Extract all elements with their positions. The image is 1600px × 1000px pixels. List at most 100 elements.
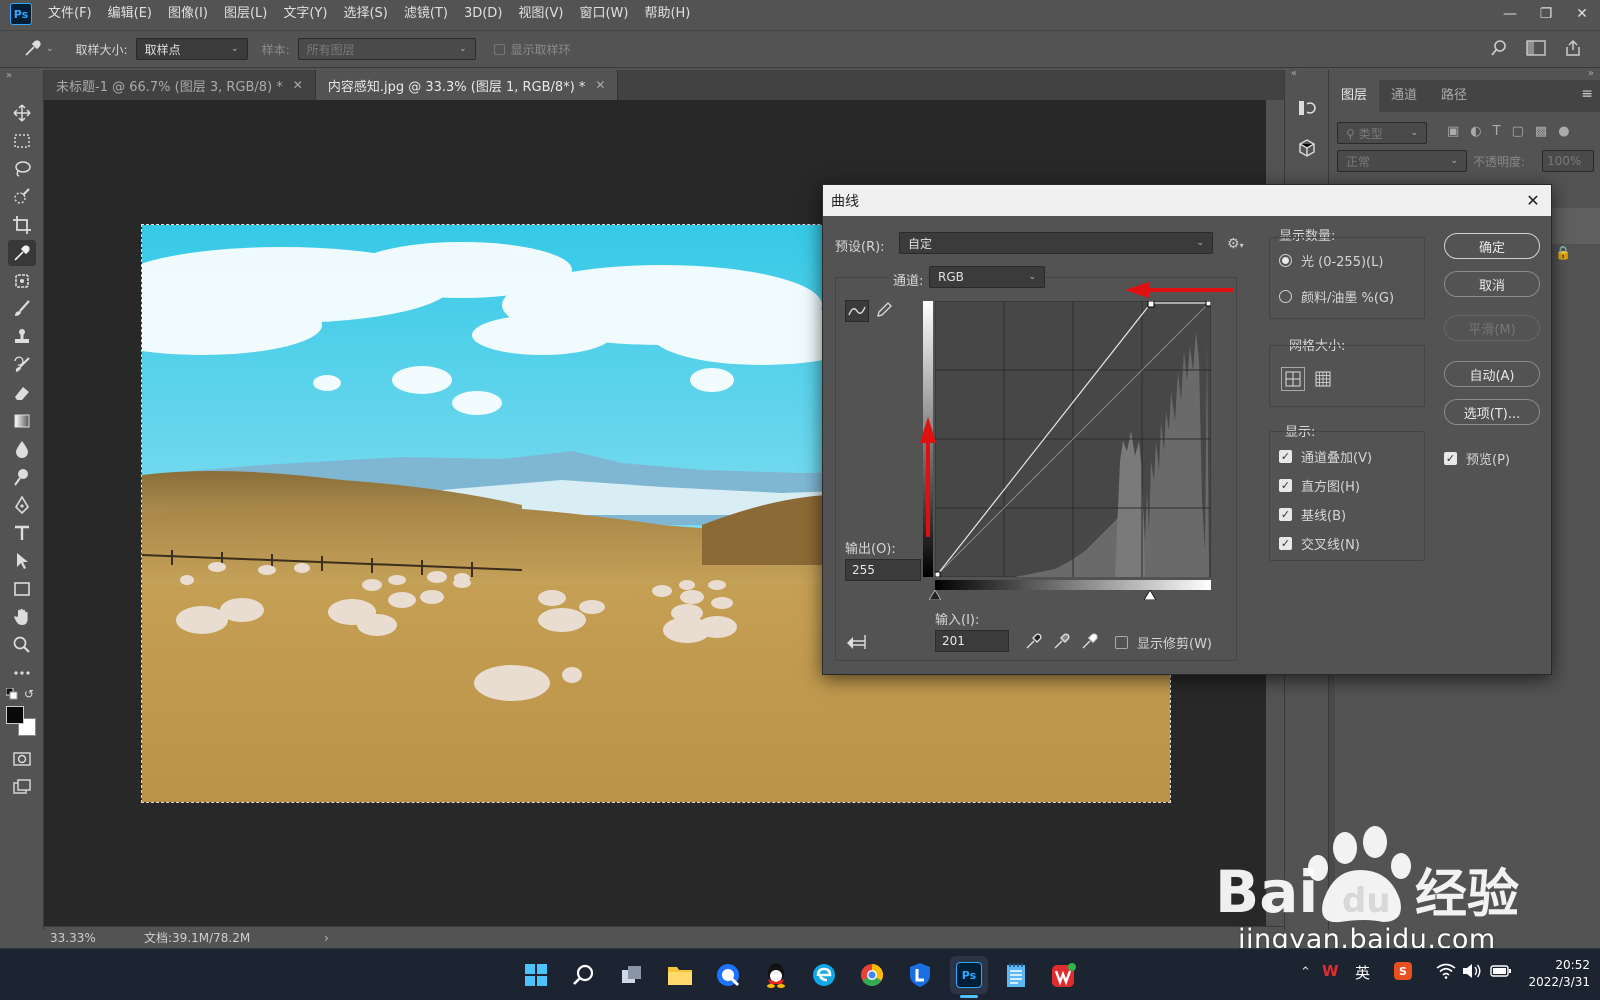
share-icon[interactable] [1564, 39, 1582, 57]
menu-type[interactable]: 文字(Y) [275, 0, 335, 28]
curves-graph[interactable] [935, 301, 1211, 577]
white-eyedropper-icon[interactable] [1081, 632, 1099, 650]
close-icon[interactable]: ✕ [293, 78, 303, 92]
show-clipping-checkbox[interactable]: 显示修剪(W) [1115, 633, 1212, 652]
workspace-icon[interactable] [1526, 39, 1546, 57]
minimize-icon[interactable]: — [1492, 0, 1528, 28]
layer-filter-select[interactable]: ⚲ 类型 ⌄ [1337, 122, 1427, 144]
intersection-line-checkbox[interactable]: ✓ 交叉线(N) [1279, 534, 1360, 553]
collapse-arrows-icon[interactable]: » [1588, 68, 1594, 79]
clock[interactable]: 20:52 2022/3/31 [1520, 957, 1590, 991]
restore-icon[interactable]: ❐ [1528, 0, 1564, 28]
menu-file[interactable]: 文件(F) [40, 0, 100, 28]
shape-filter-icon[interactable]: ▢ [1512, 124, 1524, 139]
on-image-adjust-icon[interactable] [845, 633, 869, 651]
menu-window[interactable]: 窗口(W) [571, 0, 636, 28]
opacity-input[interactable]: 100% [1542, 150, 1594, 172]
path-select-tool-icon[interactable] [8, 548, 36, 574]
channel-overlay-checkbox[interactable]: ✓ 通道叠加(V) [1279, 447, 1372, 466]
show-ring-checkbox[interactable]: 显示取样环 [493, 41, 571, 58]
menu-select[interactable]: 选择(S) [335, 0, 395, 28]
hand-tool-icon[interactable] [8, 604, 36, 630]
filter-toggle-icon[interactable]: ● [1558, 124, 1569, 139]
battery-icon[interactable] [1490, 963, 1512, 979]
close-icon[interactable]: ✕ [1515, 185, 1551, 216]
history-panel-icon[interactable] [1297, 98, 1317, 118]
qq-icon[interactable] [760, 959, 792, 991]
light-radio[interactable]: 光 (0-255)(L) [1279, 251, 1383, 270]
tab-content-aware[interactable]: 内容感知.jpg @ 33.3% (图层 1, RGB/8*) * ✕ [315, 70, 619, 100]
ime-indicator[interactable]: 英 [1355, 962, 1370, 983]
menu-layer[interactable]: 图层(L) [216, 0, 275, 28]
tray-overflow-icon[interactable]: ⌃ [1300, 965, 1311, 980]
more-tools-icon[interactable] [8, 660, 36, 686]
menu-edit[interactable]: 编辑(E) [100, 0, 160, 28]
eraser-tool-icon[interactable] [8, 380, 36, 406]
brush-tool-icon[interactable] [8, 296, 36, 322]
tab-untitled[interactable]: 未标题-1 @ 66.7% (图层 3, RGB/8) * ✕ [44, 70, 316, 100]
history-brush-tool-icon[interactable] [8, 352, 36, 378]
pencil-icon[interactable] [875, 301, 893, 319]
sample-size-select[interactable]: 取样点 ⌄ [135, 38, 248, 60]
black-eyedropper-icon[interactable] [1025, 632, 1043, 650]
baseline-checkbox[interactable]: ✓ 基线(B) [1279, 505, 1346, 524]
stamp-tool-icon[interactable] [8, 324, 36, 350]
windows-start-icon[interactable] [520, 959, 552, 991]
tab-channels[interactable]: 通道 [1379, 81, 1429, 111]
swap-colors-icon[interactable]: ↺ [24, 687, 34, 701]
output-input[interactable]: 255 [845, 559, 921, 581]
photoshop-taskbar-icon[interactable]: Ps [950, 956, 988, 994]
eyedropper-preset-icon[interactable]: ⌄ [22, 39, 54, 59]
marquee-tool-icon[interactable] [8, 128, 36, 154]
edge-browser-icon[interactable] [808, 959, 840, 991]
patch-tool-icon[interactable] [8, 268, 36, 294]
security-app-icon[interactable] [904, 959, 936, 991]
zoom-tool-icon[interactable] [8, 632, 36, 658]
volume-icon[interactable] [1462, 963, 1482, 979]
status-arrow-icon[interactable]: › [324, 931, 329, 945]
simple-grid-icon[interactable] [1281, 367, 1305, 391]
curve-point-tool-icon[interactable] [845, 300, 869, 322]
preset-options-gear-icon[interactable]: ⚙▾ [1227, 236, 1244, 252]
lasso-tool-icon[interactable] [8, 156, 36, 182]
ok-button[interactable]: 确定 [1444, 233, 1540, 259]
preview-checkbox[interactable]: ✓ 预览(P) [1444, 449, 1510, 468]
collapse-arrows-icon[interactable]: « [1291, 68, 1297, 79]
color-swatches[interactable] [6, 706, 38, 738]
menu-filter[interactable]: 滤镜(T) [396, 0, 456, 28]
pen-tool-icon[interactable] [8, 492, 36, 518]
input-input[interactable]: 201 [935, 630, 1009, 652]
gradient-tool-icon[interactable] [8, 408, 36, 434]
quark-browser-icon[interactable] [712, 959, 744, 991]
auto-button[interactable]: 自动(A) [1444, 361, 1540, 387]
pigment-radio[interactable]: 颜料/油墨 %(G) [1279, 287, 1394, 306]
menu-view[interactable]: 视图(V) [510, 0, 571, 28]
quick-select-tool-icon[interactable] [8, 184, 36, 210]
menu-3d[interactable]: 3D(D) [456, 0, 510, 28]
quick-mask-icon[interactable] [8, 746, 36, 772]
foreground-color-swatch[interactable] [6, 706, 24, 724]
search-icon[interactable] [1490, 39, 1508, 57]
cancel-button[interactable]: 取消 [1444, 271, 1540, 297]
gray-eyedropper-icon[interactable] [1053, 632, 1071, 650]
menu-help[interactable]: 帮助(H) [636, 0, 698, 28]
dodge-tool-icon[interactable] [8, 464, 36, 490]
move-tool-icon[interactable] [8, 100, 36, 126]
wps-office-icon[interactable] [1048, 959, 1080, 991]
blur-tool-icon[interactable] [8, 436, 36, 462]
task-view-icon[interactable] [616, 959, 648, 991]
blend-mode-select[interactable]: 正常 ⌄ [1337, 150, 1467, 172]
file-explorer-icon[interactable] [664, 959, 696, 991]
options-button[interactable]: 选项(T)... [1444, 399, 1540, 425]
chrome-icon[interactable] [856, 959, 888, 991]
close-icon[interactable]: ✕ [595, 78, 605, 92]
sogou-ime-icon[interactable]: S [1394, 962, 1412, 980]
wps-tray-icon[interactable]: W [1322, 962, 1339, 980]
channel-select[interactable]: RGB ⌄ [929, 266, 1045, 288]
type-tool-icon[interactable] [8, 520, 36, 546]
smart-object-filter-icon[interactable]: ▩ [1535, 124, 1547, 139]
detailed-grid-icon[interactable] [1311, 367, 1335, 391]
tab-layers[interactable]: 图层 [1329, 80, 1380, 112]
lock-icon[interactable]: 🔒 [1555, 246, 1571, 261]
adjustment-filter-icon[interactable]: ◐ [1470, 124, 1481, 139]
